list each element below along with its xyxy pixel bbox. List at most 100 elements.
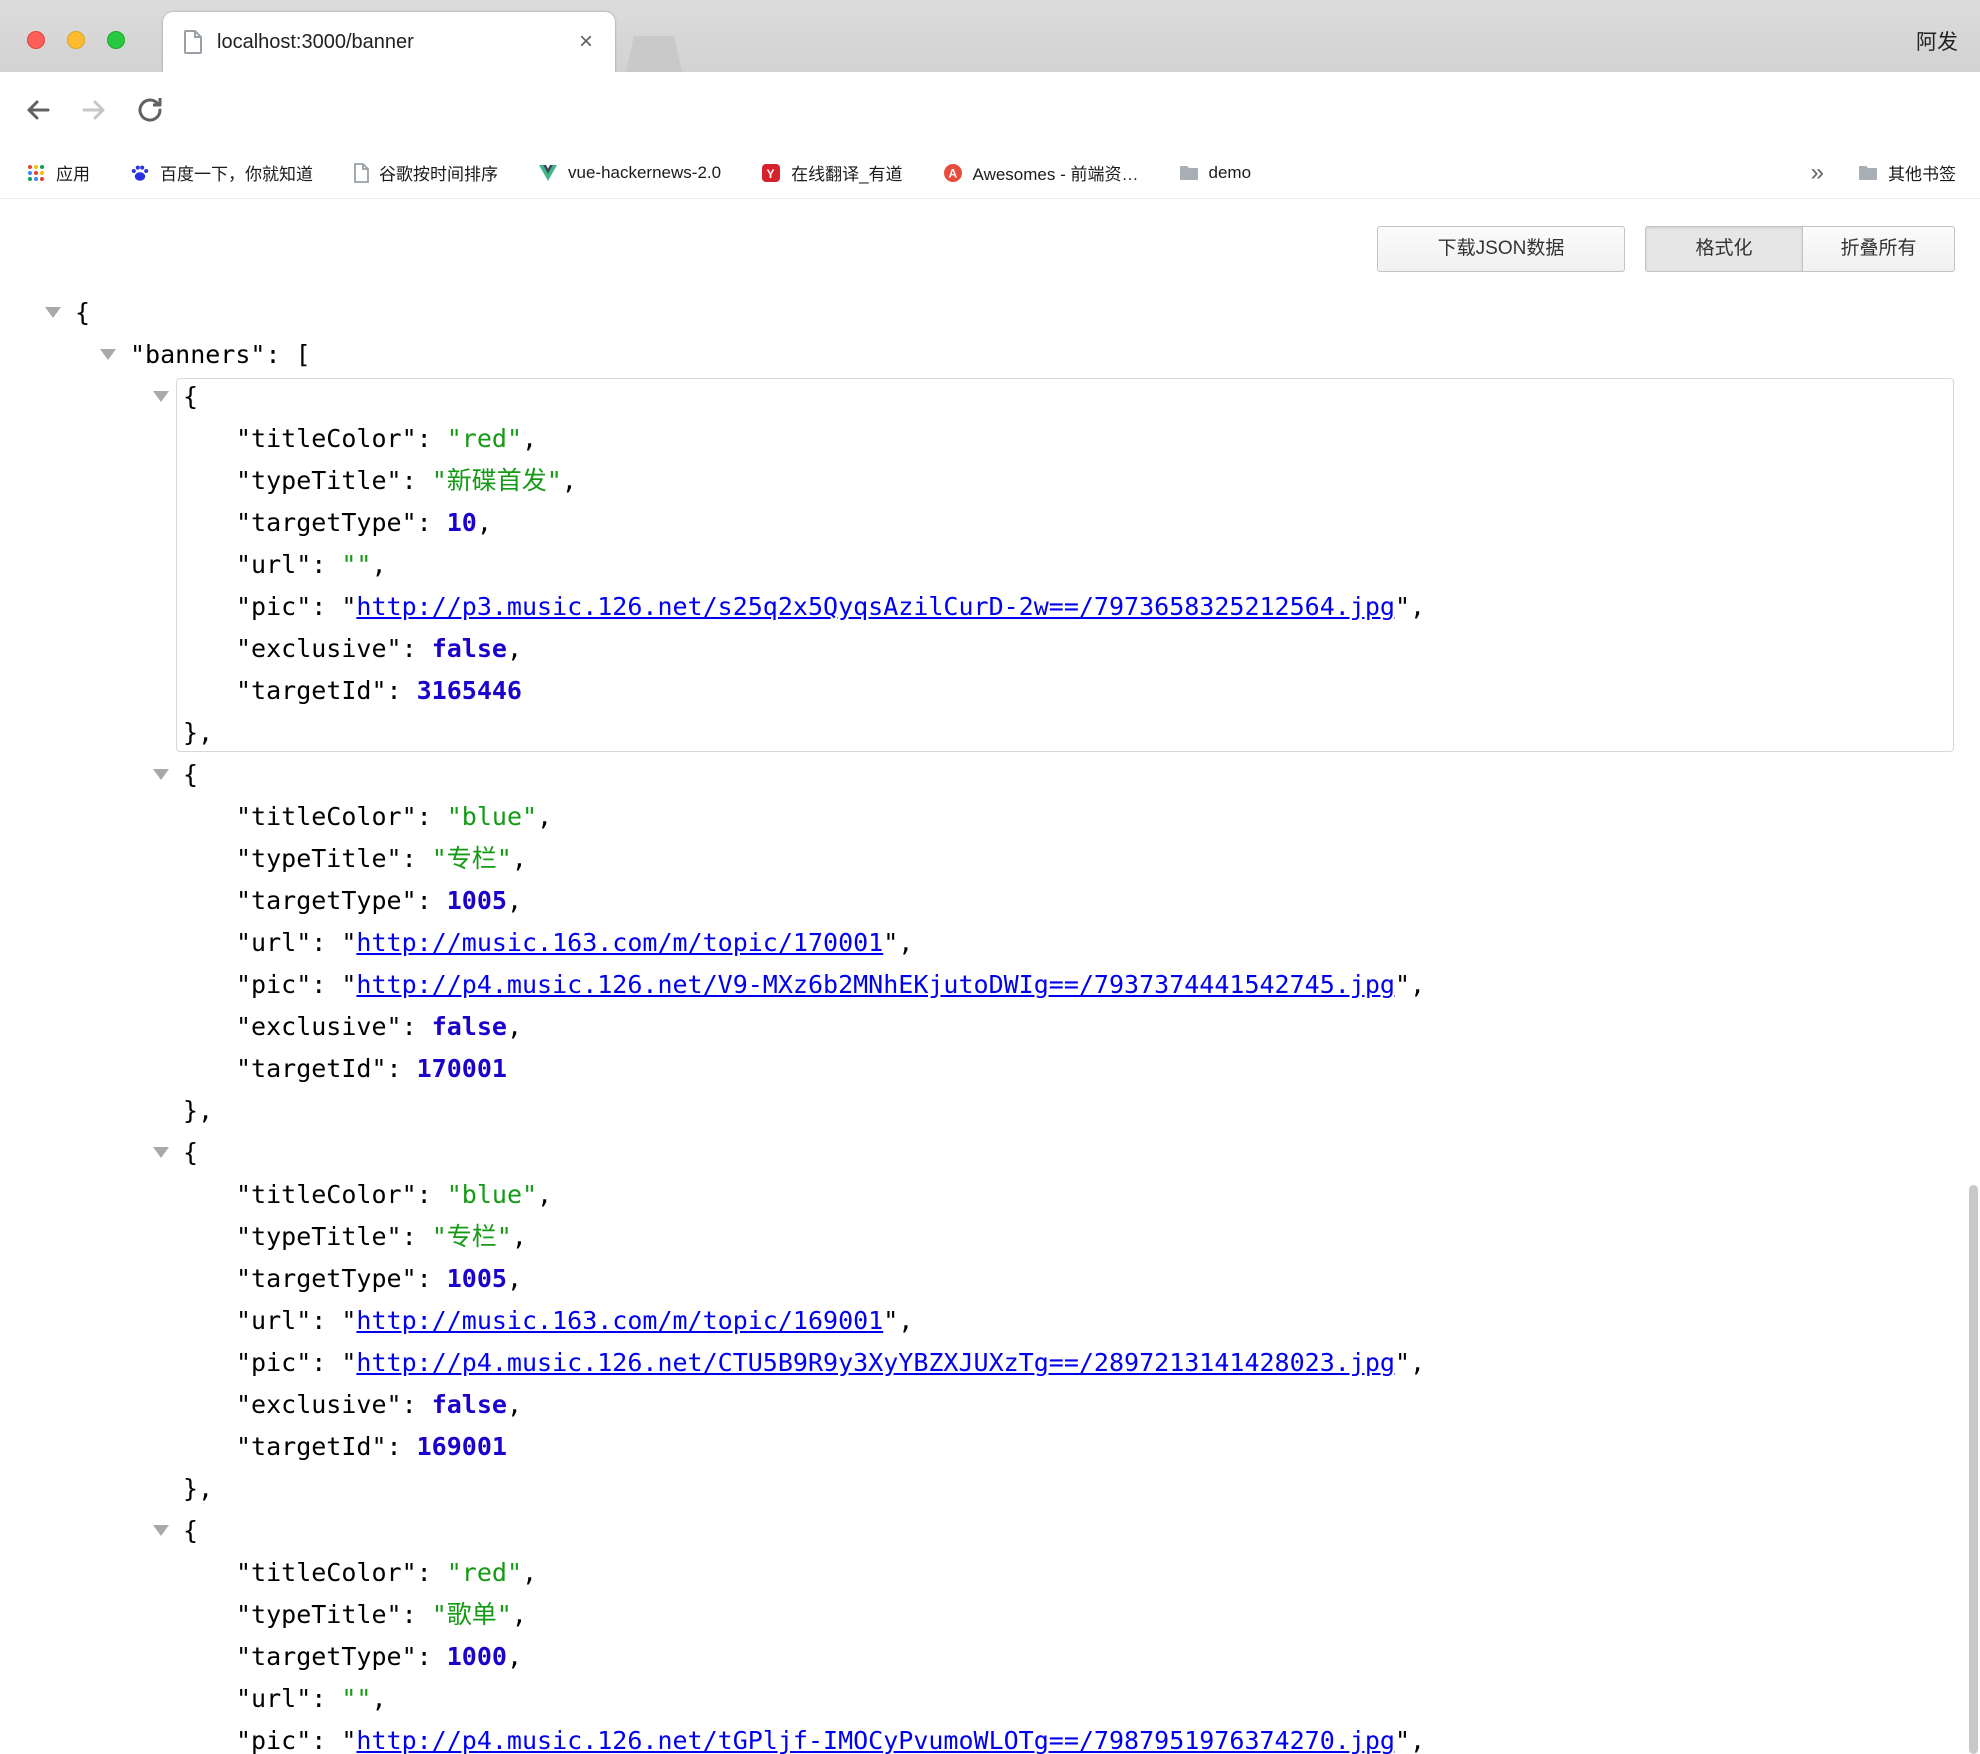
json-url-link[interactable]: http://music.163.com/m/topic/169001	[356, 1306, 883, 1335]
page-favicon-icon	[183, 30, 203, 54]
json-line: "exclusive": false,	[0, 1006, 1980, 1048]
json-line: "titleColor": "blue",	[0, 796, 1980, 838]
bookmark-vue-hackernews[interactable]: vue-hackernews-2.0	[538, 163, 721, 183]
json-line: "banners": [	[0, 334, 1980, 376]
bookmark-youdao[interactable]: Y 在线翻译_有道	[761, 160, 902, 185]
other-bookmarks[interactable]: 其他书签	[1858, 160, 1956, 185]
json-line: "targetId": 169001	[0, 1426, 1980, 1468]
reload-button[interactable]	[128, 88, 172, 132]
json-line: },	[0, 1468, 1980, 1510]
bookmark-label: 百度一下，你就知道	[160, 160, 313, 185]
json-object-block: {"titleColor": "blue","typeTitle": "专栏",…	[0, 754, 1980, 1132]
json-line: "url": "http://music.163.com/m/topic/169…	[0, 1300, 1980, 1342]
json-url-link[interactable]: http://p4.music.126.net/CTU5B9R9y3XyYBZX…	[356, 1348, 1395, 1377]
json-url-link[interactable]: http://p4.music.126.net/tGPljf-IMOCyPvum…	[356, 1726, 1395, 1754]
bookmark-baidu[interactable]: 百度一下，你就知道	[130, 160, 313, 185]
json-line: "targetType": 10,	[0, 502, 1980, 544]
download-json-button[interactable]: 下载JSON数据	[1377, 226, 1625, 272]
browser-tab[interactable]: localhost:3000/banner ×	[163, 12, 615, 72]
youdao-logo-icon: Y	[761, 163, 781, 183]
tab-close-icon[interactable]: ×	[573, 28, 599, 56]
bookmarks-bar: 应用 百度一下，你就知道 谷歌按时间排序 vue-hackernews-2.0 …	[0, 147, 1980, 199]
json-line: "typeTitle": "专栏",	[0, 1216, 1980, 1258]
new-tab-button[interactable]	[626, 36, 682, 72]
json-line: "typeTitle": "歌单",	[0, 1594, 1980, 1636]
json-object-block: {"titleColor": "blue","typeTitle": "专栏",…	[0, 1132, 1980, 1510]
back-button[interactable]	[16, 88, 60, 132]
json-line: {	[0, 376, 1980, 418]
bookmark-label: vue-hackernews-2.0	[568, 163, 721, 183]
baidu-paw-icon	[130, 163, 150, 183]
json-object-block: {"titleColor": "red","typeTitle": "新碟首发"…	[0, 376, 1980, 754]
json-line: "typeTitle": "新碟首发",	[0, 460, 1980, 502]
json-line: "targetId": 170001	[0, 1048, 1980, 1090]
json-line: "url": "http://music.163.com/m/topic/170…	[0, 922, 1980, 964]
collapse-arrow-icon[interactable]	[153, 1147, 169, 1158]
json-line: "targetType": 1000,	[0, 1636, 1980, 1678]
collapse-arrow-icon[interactable]	[153, 769, 169, 780]
json-line: "typeTitle": "专栏",	[0, 838, 1980, 880]
json-line: "pic": "http://p4.music.126.net/CTU5B9R9…	[0, 1342, 1980, 1384]
collapse-arrow-icon[interactable]	[45, 307, 61, 318]
json-url-link[interactable]: http://p4.music.126.net/V9-MXz6b2MNhEKju…	[356, 970, 1395, 999]
collapse-all-button[interactable]: 折叠所有	[1803, 226, 1955, 272]
bookmark-label: Awesomes - 前端资…	[973, 160, 1139, 185]
collapse-arrow-icon[interactable]	[153, 391, 169, 402]
json-line: "titleColor": "red",	[0, 1552, 1980, 1594]
vue-logo-icon	[538, 164, 558, 182]
json-url-link[interactable]: http://music.163.com/m/topic/170001	[356, 928, 883, 957]
page-icon	[353, 163, 369, 183]
bookmark-demo-folder[interactable]: demo	[1179, 163, 1252, 183]
json-url-link[interactable]: http://p3.music.126.net/s25q2x5QyqsAzilC…	[356, 592, 1395, 621]
bookmark-label: 应用	[56, 160, 90, 185]
bookmark-label: 在线翻译_有道	[791, 160, 902, 185]
minimize-window-button[interactable]	[67, 31, 85, 49]
json-line: "targetId": 3165446	[0, 670, 1980, 712]
bookmark-awesomes[interactable]: A Awesomes - 前端资…	[943, 160, 1139, 185]
json-line: "pic": "http://p4.music.126.net/tGPljf-I…	[0, 1720, 1980, 1754]
close-window-button[interactable]	[27, 31, 45, 49]
profile-name[interactable]: 阿发	[1916, 26, 1958, 56]
json-line: "targetType": 1005,	[0, 1258, 1980, 1300]
json-line: {	[0, 1510, 1980, 1552]
bookmarks-overflow-chevron[interactable]: »	[1811, 159, 1824, 187]
json-line: "pic": "http://p3.music.126.net/s25q2x5Q…	[0, 586, 1980, 628]
scrollbar[interactable]	[1969, 1185, 1978, 1754]
folder-icon	[1179, 165, 1199, 181]
collapse-arrow-icon[interactable]	[153, 1525, 169, 1536]
json-object-block: {"titleColor": "red","typeTitle": "歌单","…	[0, 1510, 1980, 1754]
json-line: {	[0, 1132, 1980, 1174]
json-line: },	[0, 1090, 1980, 1132]
maximize-window-button[interactable]	[107, 31, 125, 49]
forward-button[interactable]	[72, 88, 116, 132]
json-line: {	[0, 292, 1980, 334]
json-line: "exclusive": false,	[0, 1384, 1980, 1426]
json-line: "url": "",	[0, 1678, 1980, 1720]
json-line: "url": "",	[0, 544, 1980, 586]
bookmark-google-sort[interactable]: 谷歌按时间排序	[353, 160, 498, 185]
awesomes-logo-icon: A	[943, 163, 963, 183]
bookmark-label: demo	[1209, 163, 1252, 183]
json-tree: {"banners": [{"titleColor": "red","typeT…	[0, 199, 1980, 1754]
json-line: "titleColor": "blue",	[0, 1174, 1980, 1216]
json-line: "titleColor": "red",	[0, 418, 1980, 460]
bookmark-apps[interactable]: 应用	[26, 160, 90, 185]
collapse-arrow-icon[interactable]	[100, 349, 116, 360]
json-line: {	[0, 754, 1980, 796]
page-content: 下载JSON数据格式化折叠所有 {"banners": [{"titleColo…	[0, 199, 1980, 1754]
title-bar: localhost:3000/banner × 阿发	[0, 0, 1980, 72]
bookmark-label: 谷歌按时间排序	[379, 160, 498, 185]
json-line: },	[0, 712, 1980, 754]
json-line: "targetType": 1005,	[0, 880, 1980, 922]
folder-icon	[1858, 165, 1878, 181]
format-button[interactable]: 格式化	[1645, 226, 1803, 272]
json-line: "exclusive": false,	[0, 628, 1980, 670]
json-actions: 下载JSON数据格式化折叠所有	[1377, 226, 1955, 272]
json-line: "pic": "http://p4.music.126.net/V9-MXz6b…	[0, 964, 1980, 1006]
apps-grid-icon	[26, 163, 46, 183]
tab-title: localhost:3000/banner	[217, 31, 573, 54]
svg-text:Y: Y	[767, 167, 775, 181]
svg-text:A: A	[948, 166, 957, 180]
other-bookmarks-label: 其他书签	[1888, 160, 1956, 185]
navigation-toolbar: localhost:3000/banner en FE T	[0, 72, 1980, 147]
